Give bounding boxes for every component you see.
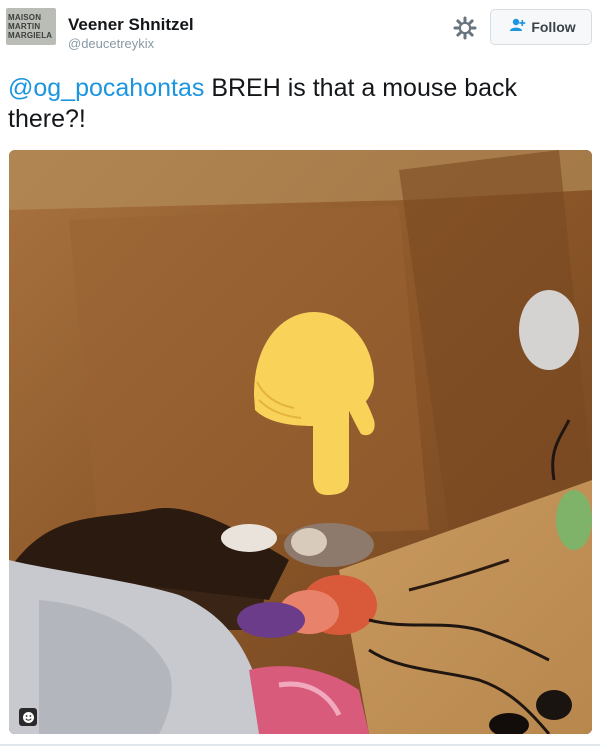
- smiley-icon[interactable]: [19, 708, 37, 726]
- avatar[interactable]: MAISON MARTIN MARGIELA: [6, 8, 56, 45]
- display-name[interactable]: Veener Shnitzel: [68, 15, 194, 35]
- add-user-icon: [506, 18, 526, 37]
- follow-button[interactable]: Follow: [490, 9, 592, 45]
- mention-link[interactable]: @og_pocahontas: [8, 74, 204, 102]
- tweet-header: MAISON MARTIN MARGIELA Veener Shnitzel @…: [0, 0, 600, 58]
- avatar-text-line-3: MARGIELA: [8, 31, 53, 40]
- tweet-text: @og_pocahontas BREH is that a mouse back…: [8, 73, 588, 135]
- tweet-photo[interactable]: [9, 150, 592, 734]
- avatar-text-line-2: MARTIN: [8, 22, 41, 31]
- gear-icon[interactable]: [452, 15, 478, 41]
- avatar-text-line-1: MAISON: [8, 13, 42, 22]
- user-handle[interactable]: @deucetreykix: [68, 36, 154, 51]
- photo-scene: [9, 150, 592, 734]
- follow-button-label: Follow: [531, 19, 576, 35]
- divider: [0, 744, 600, 746]
